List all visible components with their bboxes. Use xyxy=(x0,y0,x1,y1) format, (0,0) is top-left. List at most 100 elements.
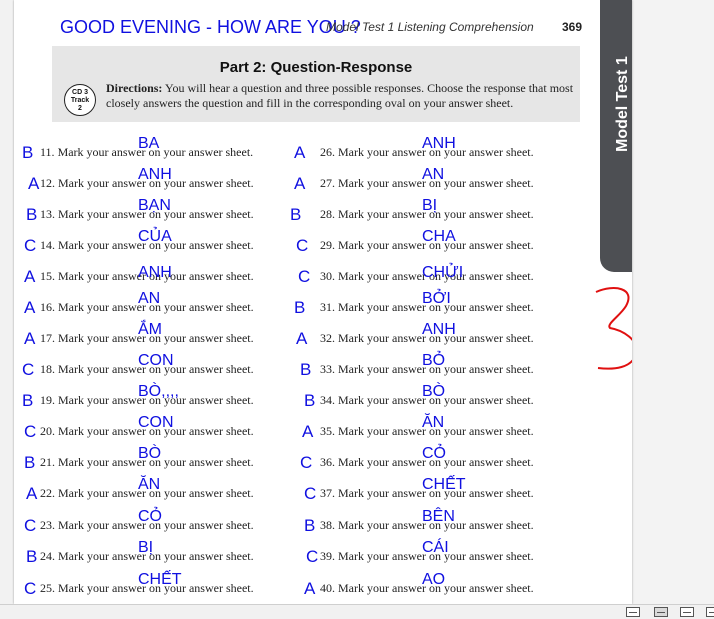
handwritten-answer: B xyxy=(26,205,38,224)
handwritten-answer: C xyxy=(296,236,309,255)
handwritten-word: AN xyxy=(138,290,161,307)
handwritten-answer: A xyxy=(24,329,36,348)
handwritten-answer: A xyxy=(302,422,314,441)
handwritten-word: ĂN xyxy=(138,476,161,493)
handwritten-word: BÒ xyxy=(138,445,162,462)
handwritten-answer: C xyxy=(24,516,37,535)
handwritten-word: ĂN xyxy=(422,414,445,431)
handwritten-answer: C xyxy=(306,547,319,566)
question-number: 33. xyxy=(320,362,335,376)
question-number: 29. xyxy=(320,238,335,252)
directions-body: You will hear a question and three possi… xyxy=(106,81,574,110)
question-number: 15. xyxy=(40,269,55,283)
section-side-tab: Model Test 1 xyxy=(600,0,632,272)
question-number: 20. xyxy=(40,424,55,438)
handwritten-word: BỞI xyxy=(422,290,451,307)
handwritten-word: CỎ xyxy=(138,508,162,525)
handwritten-word: BÒ xyxy=(422,383,446,400)
handwritten-answer: C xyxy=(24,236,37,255)
question-number: 19. xyxy=(40,393,55,407)
handwritten-word: CỦA xyxy=(138,228,172,245)
handwritten-answer: C xyxy=(300,453,313,472)
directions-text: Directions: You will hear a question and… xyxy=(106,81,574,111)
handwritten-answer: A xyxy=(26,484,38,503)
handwritten-answer: B xyxy=(24,453,36,472)
handwritten-word: BỎ xyxy=(422,352,446,369)
question-number: 17. xyxy=(40,331,55,345)
handwritten-answer: B xyxy=(294,298,306,317)
handwritten-answer: B xyxy=(26,547,38,566)
cd-track-icon: CD 3 Track 2 xyxy=(64,84,96,116)
single-page-icon[interactable] xyxy=(626,607,640,617)
track-number: 2 xyxy=(78,105,82,112)
handwritten-word: BẠN xyxy=(138,197,171,214)
handwritten-answer: C xyxy=(298,267,311,286)
question-number: 39. xyxy=(320,549,335,563)
handwritten-answer: B xyxy=(300,360,312,379)
directions-box: Part 2: Question-Response CD 3 Track 2 D… xyxy=(52,46,580,122)
running-head: Model Test 1 Listening Comprehension xyxy=(326,20,534,34)
handwritten-answer: B xyxy=(290,205,302,224)
question-number: 22. xyxy=(40,486,55,500)
track-label: Track xyxy=(70,97,90,104)
right-gutter xyxy=(632,0,714,604)
handwritten-word: AN xyxy=(422,166,445,183)
handwritten-word: BÊN xyxy=(422,508,455,525)
document-viewport[interactable]: GOOD EVENING - HOW ARE YOU ? Model Test … xyxy=(0,0,714,604)
handwritten-word: CHỬI xyxy=(422,264,464,281)
question-number: 35. xyxy=(320,424,335,438)
question-number: 27. xyxy=(320,176,335,190)
handwritten-answer: B xyxy=(22,391,34,410)
question-number: 36. xyxy=(320,455,335,469)
handwritten-answer: C xyxy=(24,422,37,441)
handwritten-word: ANH xyxy=(138,264,172,281)
handwritten-word: CON xyxy=(138,414,174,431)
question-number: 38. xyxy=(320,518,335,532)
handwritten-word: ANH xyxy=(422,321,456,338)
handwritten-answer: C xyxy=(22,360,35,379)
question-number: 18. xyxy=(40,362,55,376)
question-number: 21. xyxy=(40,455,55,469)
handwritten-answer: B xyxy=(304,391,316,410)
handwritten-answer: C xyxy=(24,579,37,598)
handwritten-answer: A xyxy=(24,267,36,286)
question-number: 12. xyxy=(40,176,55,190)
question-number: 28. xyxy=(320,207,335,221)
status-bar xyxy=(0,604,714,619)
handwritten-answer: C xyxy=(304,484,317,503)
continuous-icon[interactable] xyxy=(654,607,668,617)
question-number: 40. xyxy=(320,581,335,595)
two-page-continuous-icon[interactable] xyxy=(706,607,714,617)
question-number: 37. xyxy=(320,486,335,500)
question-number: 26. xyxy=(320,145,335,159)
handwritten-word: CHẾT xyxy=(138,571,182,588)
question-text: Mark your answer on your answer sheet. xyxy=(58,549,254,563)
question-number: 30. xyxy=(320,269,335,283)
handwritten-word: ANH xyxy=(422,135,456,152)
handwritten-word: CON xyxy=(138,352,174,369)
handwritten-answer: A xyxy=(24,298,36,317)
handwritten-answer: A xyxy=(294,143,306,162)
handwritten-word: BỊ xyxy=(138,539,154,556)
handwritten-answer: A xyxy=(296,329,308,348)
handwritten-answer: B xyxy=(22,143,34,162)
question-number: 34. xyxy=(320,393,335,407)
handwritten-greeting: GOOD EVENING - HOW ARE YOU ? xyxy=(60,17,361,37)
handwritten-answer: A xyxy=(294,174,306,193)
question-number: 11. xyxy=(40,145,55,159)
section-title: Part 2: Question-Response xyxy=(219,59,413,76)
handwritten-word: BỊ xyxy=(422,197,438,214)
document-page: GOOD EVENING - HOW ARE YOU ? Model Test … xyxy=(14,0,632,604)
handwritten-word: CHẾT xyxy=(422,476,466,493)
handwritten-word: ẮM xyxy=(138,321,162,338)
handwritten-answer: A xyxy=(304,579,316,598)
handwritten-word: BÒ,,,, xyxy=(138,383,179,400)
question-number: 32. xyxy=(320,331,335,345)
directions-label: Directions: xyxy=(106,81,163,95)
side-tab-label: Model Test 1 xyxy=(614,56,631,152)
handwritten-answer: A xyxy=(28,174,40,193)
question-number: 14. xyxy=(40,238,55,252)
two-page-icon[interactable] xyxy=(680,607,694,617)
handwritten-word: BA xyxy=(138,135,160,152)
handwritten-word: CỎ xyxy=(422,445,446,462)
